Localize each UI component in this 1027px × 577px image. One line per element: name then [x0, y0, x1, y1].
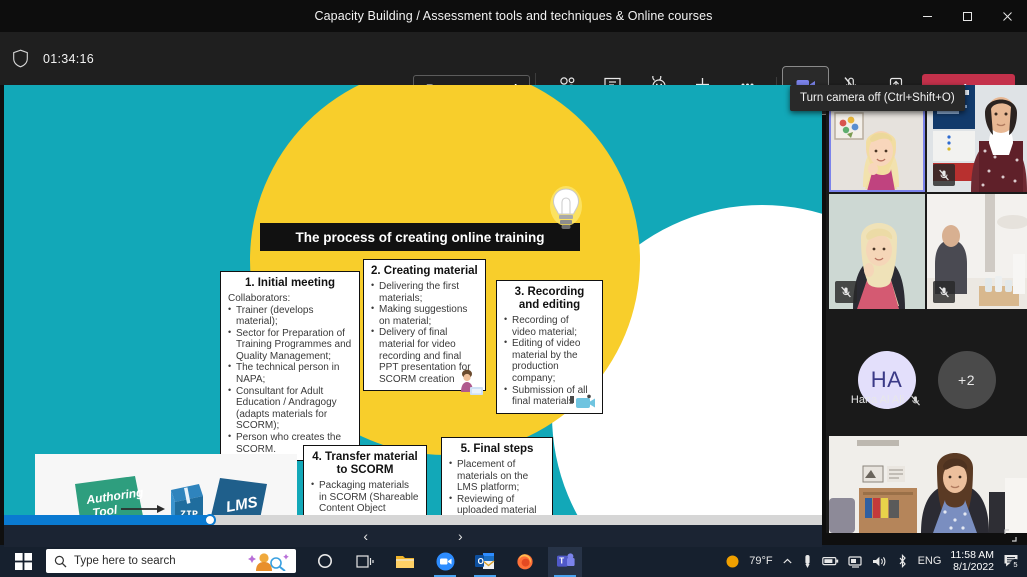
meeting-timer: 01:34:16	[43, 52, 94, 66]
card-3-title: 3. Recording and editing	[504, 286, 595, 312]
list-item: The technical person in NAPA;	[228, 362, 352, 385]
mute-icon	[933, 281, 955, 303]
shield-icon	[12, 49, 29, 68]
slide-title-banner: The process of creating online training	[260, 223, 580, 251]
participant-tile-5[interactable]	[829, 436, 1027, 533]
avatar-name-row: Hana Al Ali	[826, 394, 946, 406]
process-card-1: 1. Initial meeting Collaborators: Traine…	[220, 271, 360, 461]
mute-icon	[933, 164, 955, 186]
card-4-title: 4. Transfer material to SCORM	[311, 451, 419, 477]
list-item: Sector for Preparation of Training Progr…	[228, 328, 352, 363]
weather-icon[interactable]	[725, 554, 740, 569]
svg-text:T: T	[559, 557, 564, 566]
window-title: Capacity Building / Assessment tools and…	[315, 9, 713, 23]
card-1-title: 1. Initial meeting	[228, 277, 352, 290]
language-indicator[interactable]: ENG	[918, 555, 942, 567]
notification-badge: 5	[1010, 559, 1021, 570]
lightbulb-icon	[549, 185, 583, 239]
process-card-3: 3. Recording and editing Recording of vi…	[496, 280, 603, 414]
previous-slide-button[interactable]: ‹	[363, 528, 368, 544]
cortana-icon[interactable]	[308, 545, 342, 577]
clock-time: 11:58 AM	[950, 549, 994, 561]
svg-text:O: O	[478, 557, 484, 566]
next-slide-button[interactable]: ›	[458, 528, 463, 544]
close-button[interactable]	[987, 0, 1027, 32]
outlook-icon[interactable]: O	[468, 545, 502, 577]
card-1-bullets: Trainer (develops material); Sector for …	[228, 305, 352, 456]
window-controls	[907, 0, 1027, 32]
card-5-title: 5. Final steps	[449, 443, 545, 456]
desktop-root: Capacity Building / Assessment tools and…	[0, 0, 1027, 577]
participant-tile-1[interactable]	[829, 107, 925, 192]
camera-tooltip: Turn camera off (Ctrl+Shift+O)	[790, 85, 965, 111]
slide-title: The process of creating online training	[295, 230, 544, 245]
system-tray: 79°F ENG 11:58 AM 8/1/2022	[725, 545, 1027, 577]
list-item: Placement of materials on the LMS platfo…	[449, 459, 545, 494]
search-input[interactable]: Type here to search	[46, 549, 296, 573]
teams-icon[interactable]: T	[548, 545, 582, 577]
firefox-icon[interactable]	[508, 545, 542, 577]
mute-icon	[835, 281, 857, 303]
fullscreen-expand-icon[interactable]	[1004, 529, 1017, 542]
avatar-row: HA +2	[826, 330, 1027, 430]
weather-temp[interactable]: 79°F	[749, 555, 772, 567]
list-item: Consultant for Adult Education / Andrago…	[228, 386, 352, 432]
search-illustration-icon	[248, 551, 290, 571]
window-titlebar: Capacity Building / Assessment tools and…	[0, 0, 1027, 32]
video-camera-icon	[568, 393, 596, 411]
search-icon	[54, 555, 67, 568]
scrollbar-progress	[4, 515, 210, 525]
meeting-toolbar: 01:34:16 Request control People Chat Rea…	[0, 32, 1027, 85]
content-scrollbar[interactable]	[4, 515, 822, 525]
person-laptop-icon	[457, 368, 483, 396]
participant-tile-3[interactable]	[829, 194, 925, 309]
task-view-icon[interactable]	[348, 545, 382, 577]
participant-video-rail: HA +2 Hana Al Ali	[826, 85, 1027, 533]
card-1-intro: Collaborators:	[228, 293, 352, 305]
maximize-button[interactable]	[947, 0, 987, 32]
pen-icon[interactable]	[802, 554, 813, 569]
clock-date: 8/1/2022	[950, 561, 994, 573]
list-item: Making suggestions on material;	[371, 304, 478, 327]
minimize-button[interactable]	[907, 0, 947, 32]
list-item: Delivering the first materials;	[371, 281, 478, 304]
volume-icon[interactable]	[872, 555, 887, 568]
notification-center-button[interactable]: 5	[1003, 553, 1019, 569]
list-item: Trainer (develops material);	[228, 305, 352, 328]
battery-icon[interactable]	[822, 555, 839, 567]
taskbar-app-icons: O T	[308, 545, 582, 577]
start-button[interactable]	[0, 545, 46, 577]
shared-content-stage[interactable]: The process of creating online training …	[4, 85, 822, 533]
list-item: Editing of video material by the product…	[504, 338, 595, 384]
file-explorer-icon[interactable]	[388, 545, 422, 577]
slide-navigation-bar: ‹ ›	[4, 525, 822, 547]
taskbar-clock[interactable]: 11:58 AM 8/1/2022	[950, 549, 994, 573]
mute-icon	[910, 395, 921, 406]
participant-tile-4[interactable]	[927, 194, 1027, 309]
avatar-name-label: Hana Al Ali	[851, 394, 904, 406]
chevron-up-icon[interactable]	[782, 556, 793, 567]
zoom-icon[interactable]	[428, 545, 462, 577]
network-icon[interactable]	[848, 555, 863, 568]
card-2-title: 2. Creating material	[371, 265, 478, 278]
overflow-participants-badge[interactable]: +2	[938, 351, 996, 409]
windows-taskbar: Type here to search O	[0, 545, 1027, 577]
process-card-2: 2. Creating material Delivering the firs…	[363, 259, 486, 391]
bluetooth-icon[interactable]	[896, 554, 909, 568]
search-placeholder: Type here to search	[74, 555, 176, 567]
list-item: Recording of video material;	[504, 315, 595, 338]
